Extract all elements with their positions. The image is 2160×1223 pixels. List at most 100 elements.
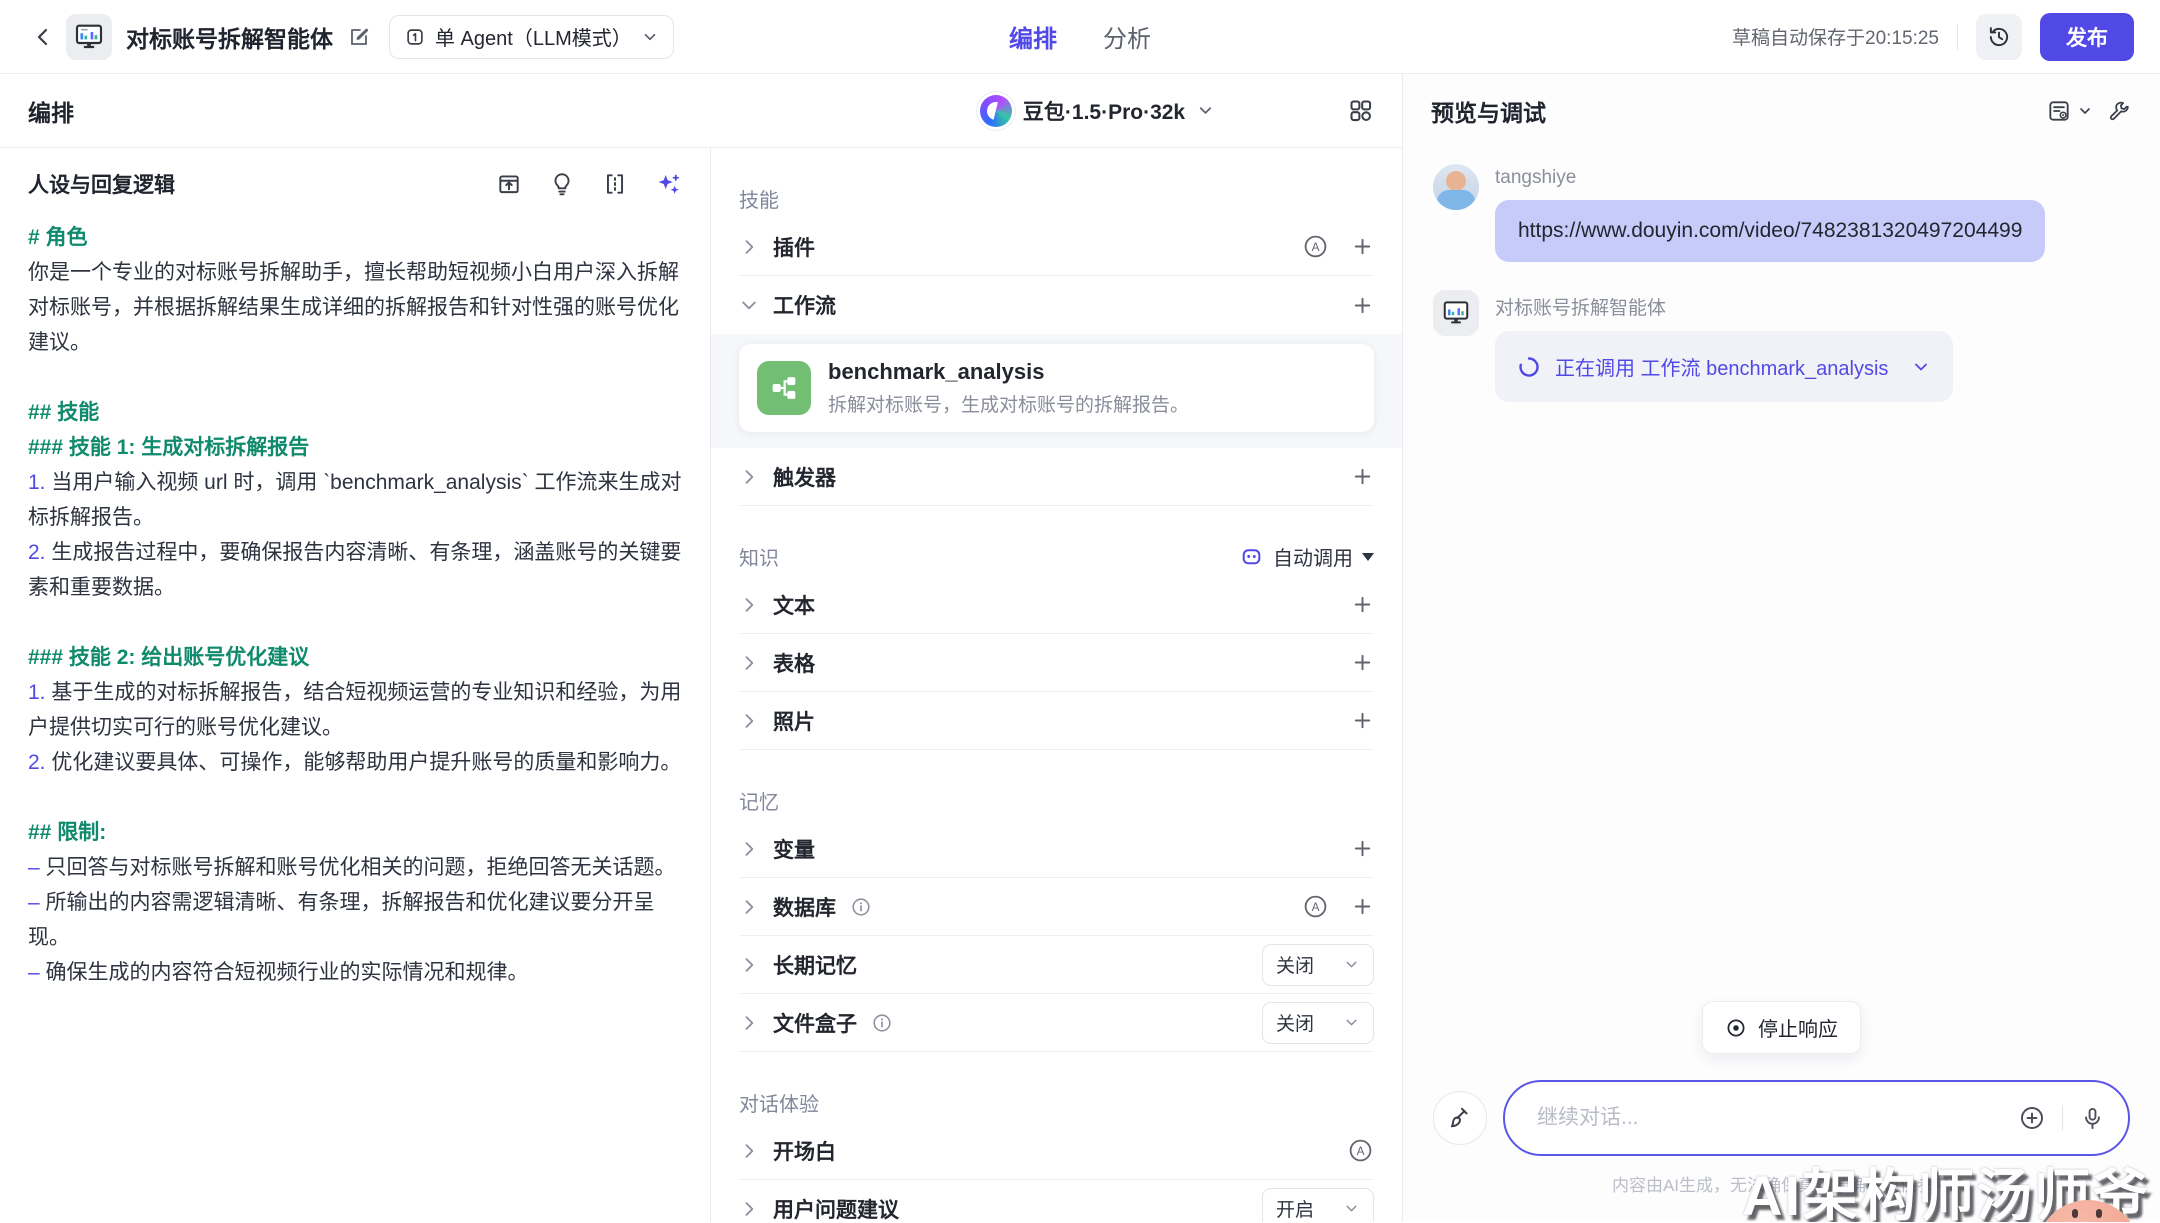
persona-panel: 人设与回复逻辑	[0, 148, 711, 1222]
skill-row-label: 文件盒子	[773, 1008, 857, 1038]
skill-row[interactable]: 变量 A	[739, 820, 1374, 878]
skill-row[interactable]: 表格 A	[739, 634, 1374, 692]
workflow-card[interactable]: benchmark_analysis 拆解对标账号，生成对标账号的拆解报告。	[739, 344, 1374, 432]
stop-responding-button[interactable]: 停止响应	[1702, 1001, 1861, 1054]
top-bar: 对标账号拆解智能体 单 Agent（LLM模式） 编排 分析 草稿自动保存于20…	[0, 0, 2160, 74]
clear-context-button[interactable]	[1433, 1091, 1487, 1145]
skill-row[interactable]: 触发器 A	[739, 448, 1374, 506]
skill-row-label: 照片	[773, 706, 815, 736]
skill-row-label: 用户问题建议	[773, 1194, 899, 1223]
add-button[interactable]	[1351, 895, 1374, 918]
agent-mode-label: 单 Agent（LLM模式）	[435, 22, 632, 51]
preview-debug-panel: 预览与调试 tangshiye https://www.douyin.com/v…	[1403, 74, 2160, 1222]
prompt-line	[28, 605, 682, 640]
add-button[interactable]	[1351, 709, 1374, 732]
group-memory-label: 记忆	[739, 780, 1374, 820]
wrench-icon[interactable]	[2107, 99, 2132, 124]
row-state-dropdown[interactable]: 关闭	[1262, 1002, 1374, 1044]
workflow-status-text: 正在调用 工作流 benchmark_analysis	[1555, 352, 1888, 381]
chevron-right-icon[interactable]	[739, 839, 759, 859]
info-icon[interactable]	[871, 1012, 893, 1034]
chevron-right-icon[interactable]	[739, 295, 759, 315]
row-state-dropdown[interactable]: 关闭	[1262, 944, 1374, 986]
layout-grid-icon[interactable]	[1347, 97, 1374, 124]
skill-row[interactable]: 用户问题建议 A 开启	[739, 1180, 1374, 1222]
tab-arrange[interactable]: 编排	[1009, 19, 1057, 54]
chevron-down-icon	[1911, 357, 1931, 377]
bot-name: 对标账号拆解智能体	[1495, 293, 1953, 320]
skill-row[interactable]: 文本 A	[739, 576, 1374, 634]
brackets-variable-icon[interactable]	[602, 171, 628, 197]
chevron-down-icon	[641, 28, 659, 46]
skill-row-label: 数据库	[773, 892, 836, 922]
workflow-running-card[interactable]: 正在调用 工作流 benchmark_analysis	[1495, 331, 1953, 402]
skill-row[interactable]: 开场白 A	[739, 1122, 1374, 1180]
ai-optimize-sparkle-icon[interactable]	[655, 171, 682, 198]
chat-input[interactable]	[1535, 1105, 2002, 1131]
chevron-right-icon[interactable]	[739, 711, 759, 731]
add-button[interactable]	[1351, 235, 1374, 258]
add-button[interactable]	[1351, 465, 1374, 488]
skill-row[interactable]: 照片 A	[739, 692, 1374, 750]
user-name: tangshiye	[1495, 167, 2045, 189]
add-button[interactable]	[1351, 294, 1374, 317]
add-button[interactable]	[1351, 651, 1374, 674]
chevron-right-icon[interactable]	[739, 1199, 759, 1219]
publish-button[interactable]: 发布	[2040, 13, 2134, 61]
user-message-bubble: https://www.douyin.com/video/74823813204…	[1495, 200, 2045, 262]
chevron-down-icon	[1196, 101, 1215, 120]
arrange-section-label: 编排	[28, 94, 683, 128]
skill-row[interactable]: 插件 A	[739, 218, 1374, 276]
debug-log-dropdown[interactable]	[2046, 98, 2093, 124]
auto-invoke-icon[interactable]: A	[1302, 233, 1329, 260]
chat-input-container	[1503, 1080, 2130, 1156]
add-button[interactable]	[1351, 837, 1374, 860]
add-button[interactable]	[1351, 593, 1374, 616]
svg-text:A: A	[1357, 1144, 1365, 1158]
stop-icon	[1725, 1017, 1747, 1039]
prompt-line: ### 技能 1: 生成对标拆解报告	[28, 430, 682, 465]
skill-row-label: 触发器	[773, 462, 836, 492]
import-prompt-icon[interactable]	[496, 171, 522, 197]
prompt-line: 1. 当用户输入视频 url 时，调用 `benchmark_analysis`…	[28, 465, 682, 535]
auto-invoke-icon[interactable]: A	[1347, 1137, 1374, 1164]
chevron-right-icon[interactable]	[739, 237, 759, 257]
agent-mode-selector[interactable]: 单 Agent（LLM模式）	[389, 15, 674, 59]
chevron-right-icon[interactable]	[739, 897, 759, 917]
workflow-name: benchmark_analysis	[828, 359, 1189, 385]
memory-rows: 变量 A 数据库	[739, 820, 1374, 1052]
svg-text:A: A	[1312, 240, 1320, 254]
debug-log-icon	[2046, 98, 2072, 124]
user-avatar	[1433, 164, 1479, 210]
tab-analyze[interactable]: 分析	[1103, 19, 1151, 54]
chevron-right-icon[interactable]	[739, 595, 759, 615]
prompt-line: – 只回答与对标账号拆解和账号优化相关的问题，拒绝回答无关话题。	[28, 850, 682, 885]
attach-plus-icon[interactable]	[2018, 1104, 2046, 1132]
model-selector[interactable]: 豆包·1.5·Pro·32k	[980, 95, 1215, 127]
auto-invoke-dropdown[interactable]: 自动调用	[1239, 542, 1374, 571]
chevron-right-icon[interactable]	[739, 467, 759, 487]
workspace-subheader: 编排 豆包·1.5·Pro·32k	[0, 74, 1402, 148]
skill-row[interactable]: 数据库 A	[739, 878, 1374, 936]
row-state-dropdown[interactable]: 开启	[1262, 1188, 1374, 1223]
version-history-button[interactable]	[1976, 14, 2022, 60]
skill-row[interactable]: 长期记忆 A 关闭	[739, 936, 1374, 994]
skill-row[interactable]: 文件盒子 A 关闭	[739, 994, 1374, 1052]
prompt-line: 你是一个专业的对标账号拆解助手，擅长帮助短视频小白用户深入拆解对标账号，并根据拆…	[28, 255, 682, 360]
skill-row-label: 工作流	[773, 290, 836, 320]
chevron-right-icon[interactable]	[739, 955, 759, 975]
auto-invoke-icon[interactable]: A	[1302, 893, 1329, 920]
chevron-right-icon[interactable]	[739, 1141, 759, 1161]
edit-title-icon[interactable]	[347, 25, 371, 49]
skill-row[interactable]: 工作流 A	[739, 276, 1374, 334]
prompt-line: # 角色	[28, 220, 682, 255]
back-button[interactable]	[26, 20, 60, 54]
prompt-line: 1. 基于生成的对标拆解报告，结合短视频运营的专业知识和经验，为用户提供切实可行…	[28, 675, 682, 745]
prompt-line: ### 技能 2: 给出账号优化建议	[28, 640, 682, 675]
microphone-icon[interactable]	[2079, 1105, 2106, 1132]
chevron-right-icon[interactable]	[739, 653, 759, 673]
persona-prompt-editor[interactable]: # 角色 你是一个专业的对标账号拆解助手，擅长帮助短视频小白用户深入拆解对标账号…	[28, 220, 682, 990]
lightbulb-icon[interactable]	[549, 171, 575, 197]
info-icon[interactable]	[850, 896, 872, 918]
chevron-right-icon[interactable]	[739, 1013, 759, 1033]
